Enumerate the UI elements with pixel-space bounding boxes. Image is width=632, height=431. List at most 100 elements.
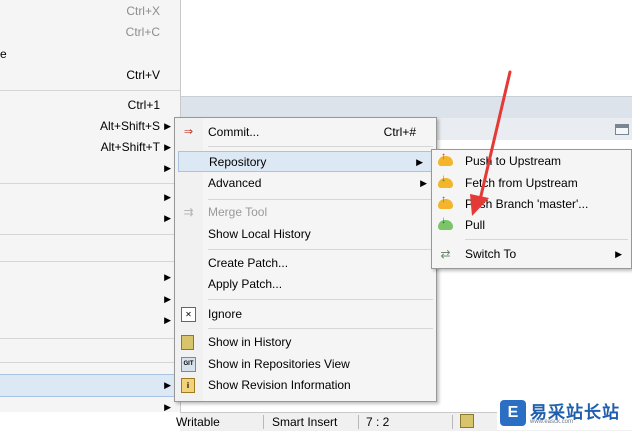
menu-item-shortcut: Ctrl+X — [126, 4, 160, 18]
menu-item-label: Push to Upstream — [465, 154, 562, 168]
menu-item-push-to-upstream[interactable]: ↑ Push to Upstream — [432, 151, 631, 172]
menu-item-copy[interactable]: Ctrl+C — [0, 22, 180, 42]
menu-item-shortcut: Alt+Shift+T — [100, 140, 160, 154]
status-divider — [452, 415, 453, 429]
menu-item-shortcut: Ctrl+1 — [127, 98, 160, 112]
menu-item-submenu[interactable]: ▶ — [0, 158, 180, 178]
menu-item-show-in-repositories-view[interactable]: GIT Show in Repositories View — [175, 354, 436, 375]
repository-submenu: ↑ Push to Upstream ↓ Fetch from Upstream… — [431, 149, 632, 269]
menu-item-partial[interactable]: e — [0, 44, 180, 64]
menu-item-submenu[interactable]: ▶ — [0, 397, 180, 417]
status-divider — [263, 415, 264, 429]
status-divider — [358, 415, 359, 429]
menu-item-label: Commit... — [208, 125, 260, 139]
commit-icon: ⇒ — [183, 126, 194, 138]
watermark-url: www.easck.com — [530, 419, 574, 425]
fetch-icon: ↓ — [438, 174, 453, 188]
editor-area — [180, 0, 632, 96]
menu-item-label: Show Revision Information — [208, 378, 351, 392]
team-submenu: ⇒ Commit... Ctrl+# Repository ▶ Advanced… — [174, 117, 437, 402]
menu-item-label: Apply Patch... — [208, 277, 283, 291]
menu-item-repository[interactable]: Repository ▶ — [178, 151, 433, 172]
submenu-arrow-icon: ▶ — [164, 402, 171, 412]
menu-item-submenu[interactable]: ▶ — [0, 267, 180, 287]
submenu-arrow-icon: ▶ — [164, 315, 171, 325]
menu-separator — [0, 338, 180, 339]
menu-item-push-branch[interactable]: ↑ Push Branch 'master'... — [432, 194, 631, 215]
menu-item-refactor[interactable]: Alt+Shift+T ▶ — [0, 137, 180, 157]
menu-item-team[interactable]: ▶ — [0, 375, 180, 395]
menu-item-label: Show in History — [208, 335, 292, 349]
menu-item-merge-tool[interactable]: ⇉ Merge Tool — [175, 202, 436, 223]
menu-item-source[interactable]: Alt+Shift+S ▶ — [0, 116, 180, 136]
menu-item-label: Show in Repositories View — [208, 357, 350, 371]
history-icon — [181, 335, 194, 350]
menu-separator — [0, 234, 180, 235]
menu-item-ignore[interactable]: ✕ Ignore — [175, 304, 436, 325]
menu-item-label: Advanced — [208, 176, 262, 190]
menu-item-label: Repository — [209, 155, 267, 169]
menu-item-cut[interactable]: Ctrl+X — [0, 1, 180, 21]
status-task-icon[interactable] — [460, 414, 474, 428]
menu-item-advanced[interactable]: Advanced ▶ — [175, 173, 436, 194]
switch-icon: ⇄ — [440, 247, 451, 261]
menu-item-label: Fetch from Upstream — [465, 176, 578, 190]
menu-item-shortcut: Ctrl+V — [126, 68, 160, 82]
submenu-arrow-icon: ▶ — [420, 178, 427, 188]
submenu-arrow-icon: ▶ — [164, 380, 171, 390]
menu-item-commit[interactable]: ⇒ Commit... Ctrl+# — [175, 122, 436, 143]
pull-icon: ↓ — [438, 216, 453, 230]
menu-item-paste[interactable]: Ctrl+V — [0, 65, 180, 85]
menu-item-submenu[interactable]: ▶ — [0, 289, 180, 309]
submenu-arrow-icon: ▶ — [615, 249, 622, 259]
revision-info-icon: i — [181, 378, 195, 393]
menu-item-shortcut: Alt+Shift+S — [99, 119, 160, 133]
menu-item-switch-to[interactable]: ⇄ Switch To ▶ — [432, 244, 631, 265]
submenu-arrow-icon: ▶ — [164, 142, 171, 152]
menu-separator — [465, 239, 628, 240]
menu-item-label: Pull — [465, 218, 486, 232]
menu-item-apply-patch[interactable]: Apply Patch... — [175, 274, 436, 295]
menu-item-fetch-from-upstream[interactable]: ↓ Fetch from Upstream — [432, 173, 631, 194]
submenu-arrow-icon: ▶ — [416, 157, 423, 167]
menu-item-show-local-history[interactable]: Show Local History — [175, 224, 436, 245]
merge-icon: ⇉ — [183, 205, 194, 219]
menu-item-label: Ignore — [208, 307, 243, 321]
menu-separator — [208, 249, 433, 250]
menu-item-show-revision-information[interactable]: i Show Revision Information — [175, 375, 436, 396]
menu-separator — [0, 362, 180, 363]
push-branch-icon: ↑ — [438, 195, 453, 209]
submenu-arrow-icon: ▶ — [164, 213, 171, 223]
menu-item-submenu[interactable]: ▶ — [0, 187, 180, 207]
status-cursor-position: 7 : 2 — [366, 415, 390, 429]
menu-item-submenu[interactable]: ▶ — [0, 310, 180, 330]
menu-item-label: Create Patch... — [208, 256, 289, 270]
submenu-arrow-icon: ▶ — [164, 121, 171, 131]
ignore-icon: ✕ — [181, 307, 196, 322]
submenu-arrow-icon: ▶ — [164, 192, 171, 202]
maximize-view-icon[interactable] — [615, 124, 629, 135]
submenu-arrow-icon: ▶ — [164, 163, 171, 173]
menu-item-label: Push Branch 'master'... — [465, 197, 589, 211]
menu-item-label: Show Local History — [208, 227, 311, 241]
status-insert-mode: Smart Insert — [272, 415, 338, 429]
menu-item-shortcut: Ctrl+# — [383, 125, 416, 139]
menu-separator — [0, 183, 180, 184]
menu-item-submenu[interactable]: ▶ — [0, 208, 180, 228]
menu-item-label: Switch To — [465, 247, 517, 261]
menu-item-create-patch[interactable]: Create Patch... — [175, 253, 436, 274]
menu-item-quick-fix[interactable]: Ctrl+1 — [0, 95, 180, 115]
push-icon: ↑ — [438, 152, 453, 166]
status-writable: Writable — [176, 415, 220, 429]
menu-item-pull[interactable]: ↓ Pull — [432, 215, 631, 236]
menu-separator — [208, 299, 433, 300]
menu-separator — [208, 199, 433, 200]
menu-separator — [208, 328, 433, 329]
submenu-arrow-icon: ▶ — [164, 272, 171, 282]
menu-item-show-in-history[interactable]: Show in History — [175, 332, 436, 353]
view-title-bar — [180, 96, 632, 119]
menu-item-shortcut: Ctrl+C — [125, 25, 160, 39]
repositories-view-icon: GIT — [181, 357, 196, 372]
watermark-logo-icon: E — [500, 400, 526, 426]
menu-separator — [208, 146, 433, 147]
